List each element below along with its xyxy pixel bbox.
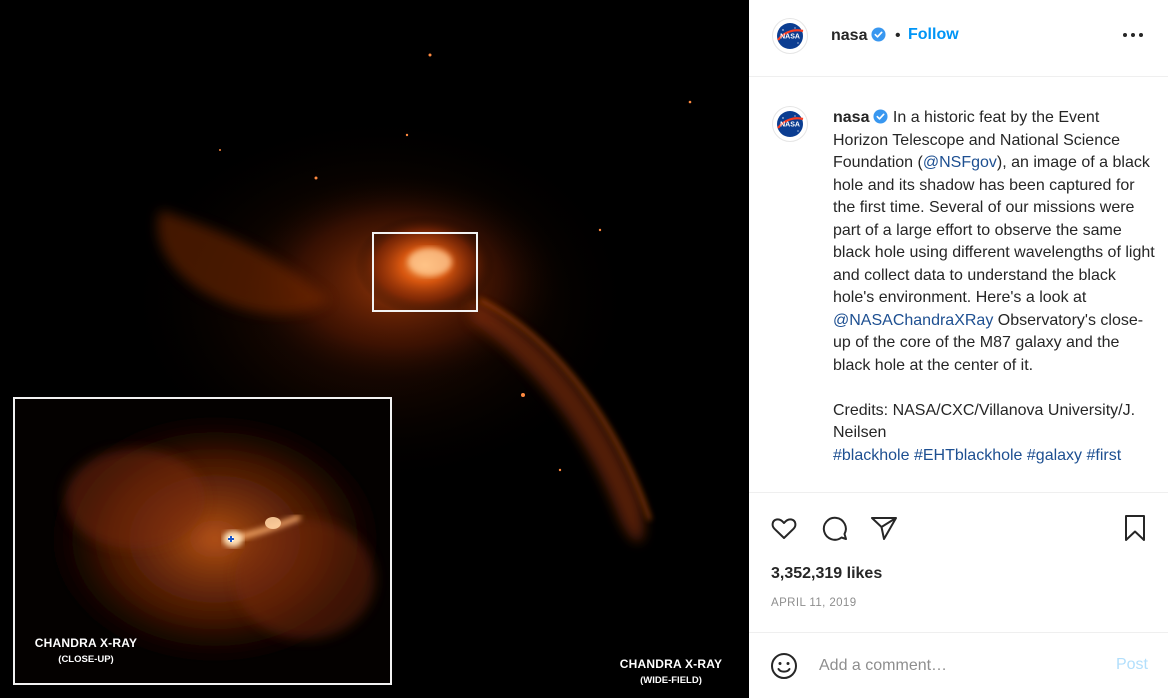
inset-caption-subtitle: (CLOSE-UP) (58, 654, 114, 665)
follow-button[interactable]: Follow (908, 26, 959, 44)
comment-input[interactable] (819, 653, 1099, 679)
wide-caption-subtitle: (WIDE-FIELD) (640, 675, 702, 686)
bookmark-icon[interactable] (1120, 513, 1150, 543)
hashtag-link[interactable]: #galaxy (1027, 447, 1082, 464)
svg-text:NASA: NASA (780, 122, 800, 129)
comment-icon[interactable] (820, 513, 850, 543)
svg-text:NASA: NASA (780, 34, 800, 41)
share-icon[interactable] (869, 513, 899, 543)
comment-bar: Post (749, 632, 1168, 698)
caption-credits: Credits: NASA/CXC/Villanova University/J… (833, 401, 1136, 442)
verified-badge-icon (871, 27, 886, 42)
header-username-text[interactable]: nasa (831, 27, 867, 44)
header-username[interactable]: nasa (831, 27, 886, 45)
caption-username[interactable]: nasa (833, 109, 869, 126)
inset-caption: CHANDRA X-RAY (CLOSE-UP) (25, 636, 147, 665)
caption-text-part-2: ), an image of a black hole and its shad… (833, 154, 1155, 306)
caption-text: nasa In a historic feat by the Event Hor… (833, 107, 1155, 467)
wide-caption-title: CHANDRA X-RAY (619, 657, 723, 671)
nasa-logo-icon[interactable]: NASA (772, 18, 808, 54)
heart-icon[interactable] (769, 513, 799, 543)
header-separator: • (895, 27, 901, 44)
more-options-icon[interactable] (1122, 30, 1144, 40)
post-date[interactable]: APRIL 11, 2019 (771, 597, 857, 609)
post-image[interactable]: CHANDRA X-RAY (CLOSE-UP) CHANDRA X-RAY (… (0, 0, 749, 698)
wide-field-caption: CHANDRA X-RAY (WIDE-FIELD) (613, 657, 729, 686)
mention-nasachandraxray[interactable]: @NASAChandraXRay (833, 312, 993, 329)
inset-caption-title: CHANDRA X-RAY (34, 636, 138, 650)
caption-section: NASA nasa In a historic feat by the Even… (749, 78, 1168, 492)
close-up-inset: CHANDRA X-RAY (CLOSE-UP) (13, 397, 392, 685)
post-actions: 3,352,319 likes APRIL 11, 2019 (749, 492, 1168, 632)
hashtag-link[interactable]: #EHTblackhole (914, 447, 1023, 464)
likes-count[interactable]: 3,352,319 likes (771, 565, 882, 583)
nasa-logo-icon[interactable]: NASA (772, 106, 808, 142)
emoji-icon[interactable] (769, 651, 799, 681)
hashtag-link[interactable]: #first (1087, 447, 1122, 464)
hashtag-link[interactable]: #blackhole (833, 447, 910, 464)
post-comment-button[interactable]: Post (1116, 656, 1148, 674)
post-header: NASA nasa • Follow (749, 0, 1168, 77)
mention-nsfgov[interactable]: @NSFgov (923, 154, 997, 171)
zoom-region-marker (372, 232, 478, 312)
post-side-panel: NASA nasa • Follow NASA nasa In a histor… (749, 0, 1168, 698)
verified-badge-icon (873, 109, 888, 124)
